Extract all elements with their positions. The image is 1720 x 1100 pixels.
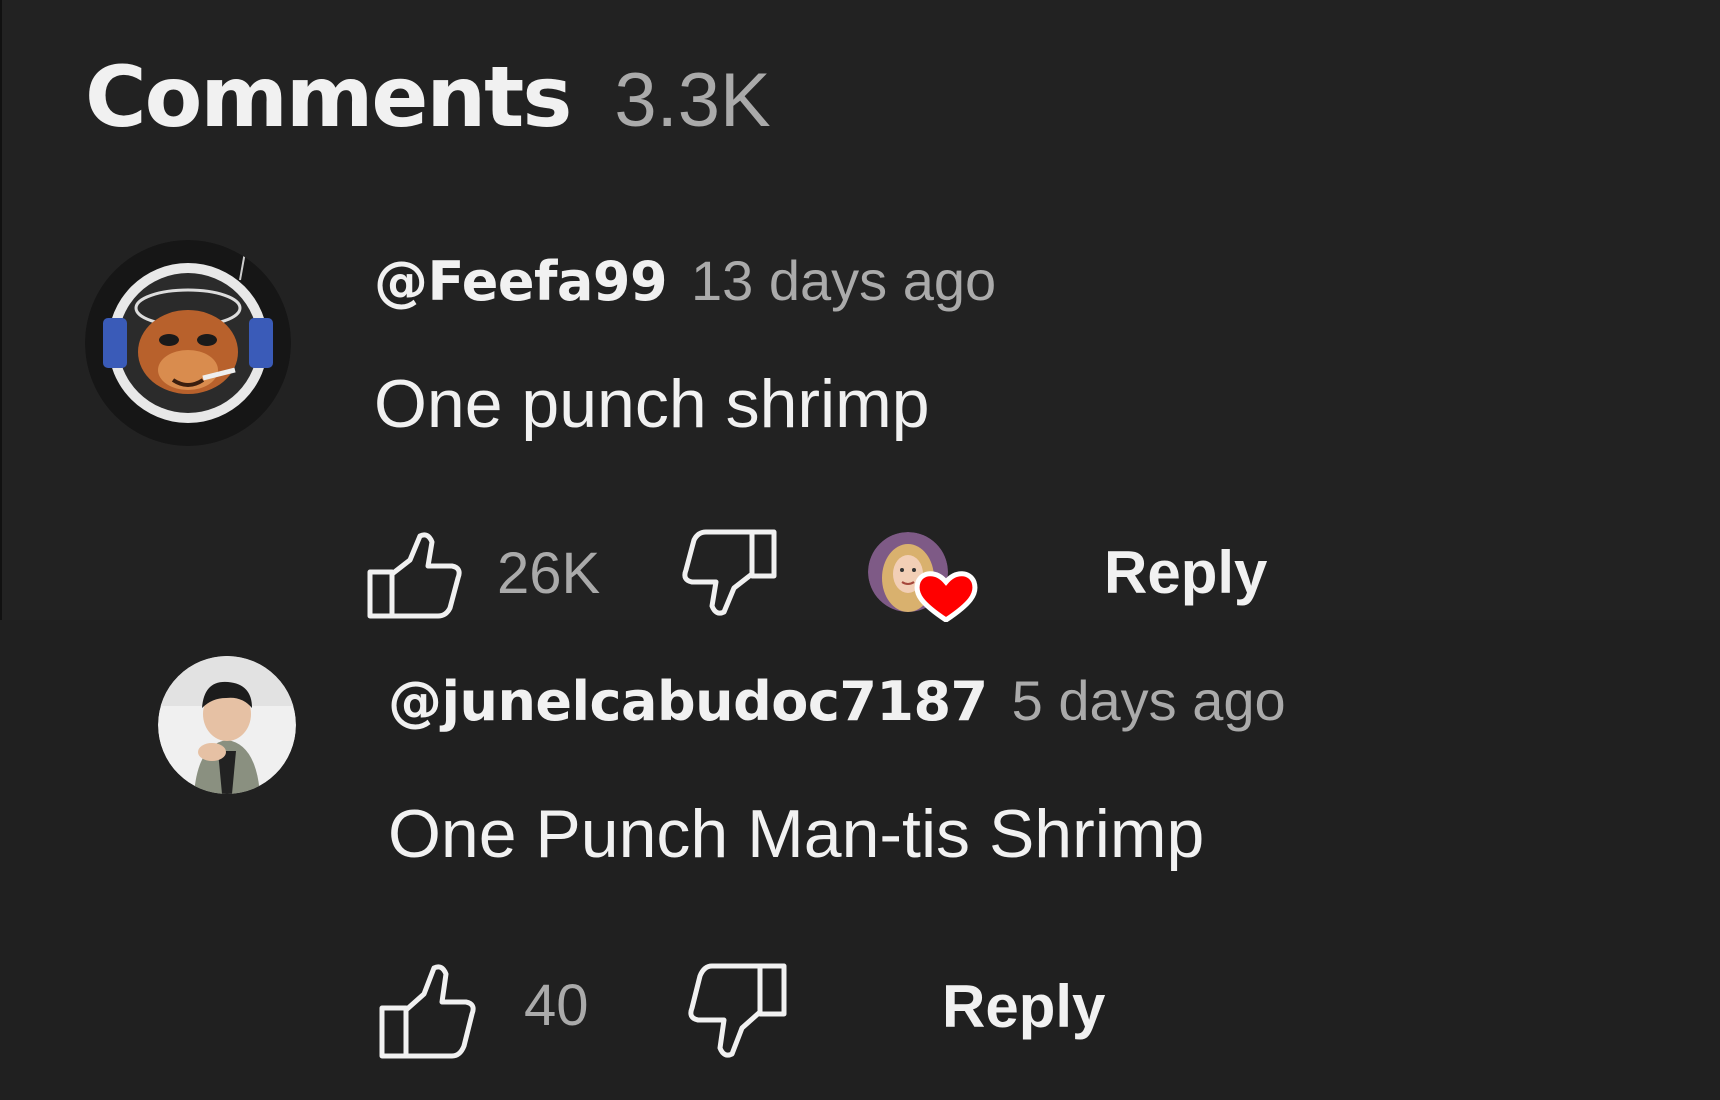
- person-photo-avatar[interactable]: [158, 656, 296, 794]
- astronaut-monkey-avatar[interactable]: [85, 240, 291, 446]
- comment-timestamp[interactable]: 5 days ago: [1012, 668, 1286, 733]
- like-count: 26K: [497, 541, 601, 606]
- comment-author[interactable]: @junelcabudoc7187: [388, 670, 988, 733]
- creator-heart-icon: [914, 571, 978, 622]
- comments-count: 3.3K: [614, 58, 771, 143]
- comment-text: One Punch Man-tis Shrimp: [388, 796, 1205, 872]
- comment-author[interactable]: @Feefa99: [374, 250, 668, 313]
- comments-header: Comments 3.3K: [85, 48, 771, 146]
- comment-text: One punch shrimp: [374, 366, 930, 442]
- thumbs-down-icon[interactable]: [684, 962, 788, 1060]
- comment-meta: @Feefa99 13 days ago: [374, 248, 996, 313]
- thumbs-up-icon[interactable]: [378, 962, 476, 1060]
- like-count: 40: [524, 973, 589, 1038]
- comments-title: Comments: [85, 48, 572, 146]
- comment-meta: @junelcabudoc7187 5 days ago: [388, 668, 1286, 733]
- reply-button[interactable]: Reply: [942, 972, 1105, 1041]
- thumbs-down-icon[interactable]: [680, 528, 778, 618]
- thumbs-up-icon[interactable]: [366, 530, 464, 620]
- reply-button[interactable]: Reply: [1104, 538, 1267, 607]
- comment-timestamp[interactable]: 13 days ago: [691, 248, 996, 313]
